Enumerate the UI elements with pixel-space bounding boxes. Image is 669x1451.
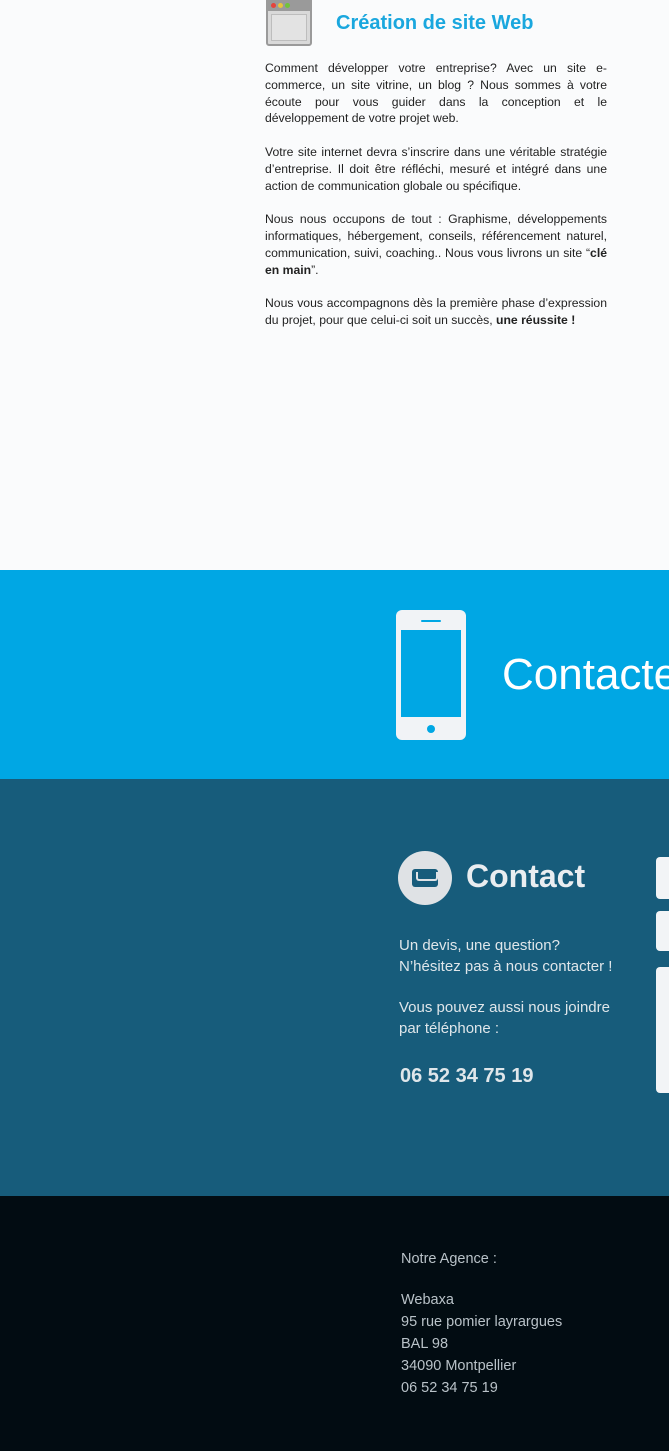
agency-heading: Notre Agence : <box>401 1251 497 1267</box>
contact-title: Contact <box>466 858 586 894</box>
web-paragraph-1: Comment développer votre entreprise? Ave… <box>265 61 607 126</box>
web-section-title: Création de site Web <box>336 12 534 34</box>
envelope-icon <box>398 851 452 905</box>
contact-line-2: N’hésitez pas à nous contacter ! <box>399 958 613 975</box>
contact-banner: Contacte <box>0 570 669 779</box>
agency-box: BAL 98 <box>401 1336 449 1352</box>
message-textarea[interactable] <box>656 967 669 1093</box>
browser-window-icon <box>266 0 312 46</box>
web-paragraph-3: Nous nous occupons de tout : Graphisme, … <box>265 212 607 277</box>
agency-street: 95 rue pomier layrargues <box>401 1314 563 1330</box>
contact-line-4: par téléphone : <box>399 1020 500 1037</box>
email-field[interactable] <box>656 911 669 951</box>
web-creation-section: Création de site Web Comment développer … <box>0 0 669 570</box>
contact-line-1: Un devis, une question? <box>399 937 560 954</box>
agency-name: Webaxa <box>401 1292 454 1308</box>
footer: Notre Agence : Webaxa 95 rue pomier layr… <box>0 1196 669 1451</box>
agency-address: Notre Agence : Webaxa 95 rue pomier layr… <box>401 1248 562 1399</box>
name-field[interactable] <box>656 857 669 899</box>
contact-description: Un devis, une question? N’hésitez pas à … <box>399 935 639 1039</box>
contact-phone-number[interactable]: 06 52 34 75 19 <box>400 1065 533 1088</box>
web-paragraph-4: Nous vous accompagnons dès la première p… <box>265 296 607 327</box>
contact-section: Contact Un devis, une question? N’hésite… <box>0 779 669 1196</box>
mobile-phone-icon <box>396 610 466 740</box>
agency-phone[interactable]: 06 52 34 75 19 <box>401 1377 562 1399</box>
contact-line-3: Vous pouvez aussi nous joindre <box>399 999 610 1016</box>
web-paragraph-2: Votre site internet devra s’inscrire dan… <box>265 144 607 193</box>
banner-heading: Contacte <box>502 650 669 699</box>
reussite-text: une réussite ! <box>496 312 576 327</box>
web-section-body: Comment développer votre entreprise? Ave… <box>265 60 607 346</box>
agency-city: 34090 Montpellier <box>401 1358 517 1374</box>
